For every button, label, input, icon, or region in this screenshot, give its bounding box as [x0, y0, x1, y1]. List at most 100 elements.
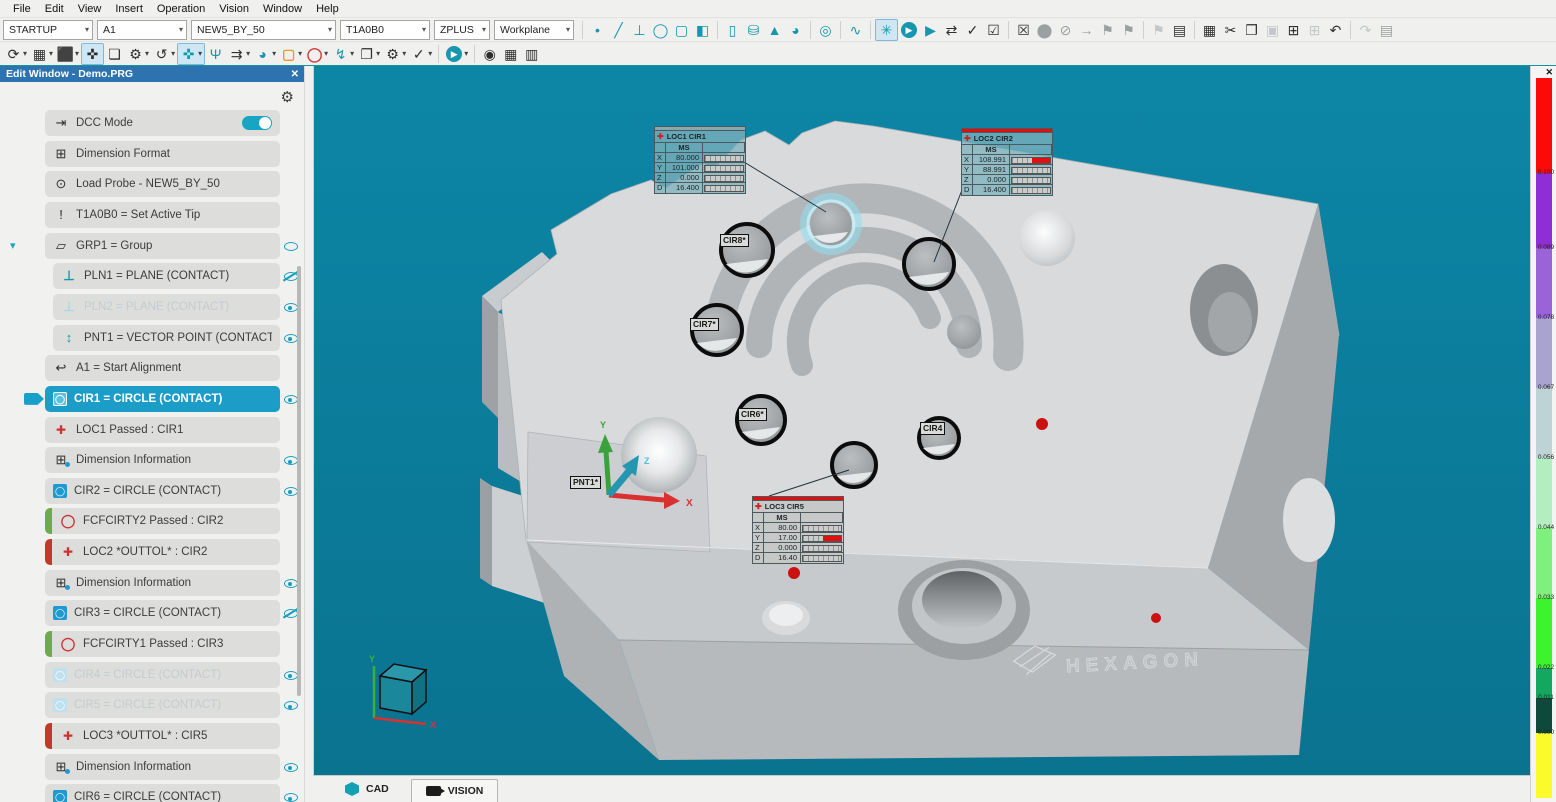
eye-icon[interactable] [283, 760, 299, 774]
chevron-down-icon[interactable]: ▾ [376, 49, 380, 58]
program-item-button[interactable]: ↩A1 = Start Alignment [45, 355, 280, 381]
menu-window[interactable]: Window [256, 2, 309, 16]
chevron-down-icon[interactable]: ▾ [23, 49, 27, 58]
feature-label-pnt1[interactable]: PNT1* [570, 476, 601, 489]
square-slot-icon[interactable]: ◧ [693, 20, 712, 40]
program-item-button[interactable]: !T1A0B0 = Set Active Tip [45, 202, 280, 228]
cad-graphics-viewport[interactable]: X Y Z Y X HEXAGON ✚LOC1 CIR1MSX80.000Y10… [313, 66, 1530, 775]
eye-icon[interactable] [283, 239, 299, 253]
chevron-down-icon[interactable]: ▾ [428, 49, 432, 58]
eye-icon[interactable] [283, 698, 299, 712]
menu-file[interactable]: File [6, 2, 38, 16]
sphere-feature-icon[interactable]: ◕ [786, 20, 805, 40]
axis-select[interactable]: A1▾ [97, 20, 187, 40]
feature-label-cir6[interactable]: CIR6* [738, 408, 767, 421]
eye-icon[interactable] [283, 790, 299, 802]
program-item-button[interactable]: ◯CIR1 = CIRCLE (CONTACT) [45, 386, 280, 412]
clip-planes-icon[interactable]: ❐ [357, 44, 376, 64]
panel-scrollbar[interactable] [297, 266, 301, 696]
program-item-button[interactable]: ⇥DCC Mode [45, 110, 280, 136]
stop-icon[interactable]: ⬤ [1035, 20, 1054, 40]
rectangle-feature-icon[interactable]: ▯ [723, 20, 742, 40]
tab-cad[interactable]: CAD [331, 779, 403, 799]
program-item-button[interactable]: ⊥PLN1 = PLANE (CONTACT) [53, 263, 280, 289]
continue-icon[interactable]: → [1077, 20, 1096, 40]
report-thumb-icon[interactable]: ▦ [501, 44, 520, 64]
no-entry-icon[interactable]: ⊘ [1056, 20, 1075, 40]
probe-move-icon[interactable]: ✜ [179, 44, 198, 64]
torus-feature-icon[interactable]: ◎ [816, 20, 835, 40]
pan-view-icon[interactable]: ✜ [83, 44, 102, 64]
menu-operation[interactable]: Operation [150, 2, 212, 16]
program-item-button[interactable]: ◯FCFCIRTY1 Passed : CIR3 [45, 631, 280, 657]
probe-file-select[interactable]: NEW5_BY_50▾ [191, 20, 336, 40]
document-cancel-icon[interactable]: ☒ [1014, 20, 1033, 40]
rotate-2d-icon[interactable]: ↺ [152, 44, 171, 64]
chevron-down-icon[interactable]: ▾ [402, 49, 406, 58]
panel-settings-gear-icon[interactable]: ⚙ [281, 88, 294, 106]
confirm-icon[interactable]: ✓ [963, 20, 982, 40]
execute-feature-icon[interactable]: ▶ [921, 20, 940, 40]
line-feature-icon[interactable]: ╱ [609, 20, 628, 40]
close-icon[interactable]: ✕ [1545, 67, 1553, 78]
chevron-down-icon[interactable]: ▾ [246, 49, 250, 58]
menu-edit[interactable]: Edit [38, 2, 71, 16]
feature-label-cir4[interactable]: CIR4 [920, 422, 945, 435]
feature-label-cir7[interactable]: CIR7* [690, 318, 719, 331]
dcc-mode-toggle[interactable] [242, 116, 272, 130]
menu-view[interactable]: View [71, 2, 109, 16]
detail-levels-icon[interactable]: ⇉ [227, 44, 246, 64]
program-item-button[interactable]: ✚LOC1 Passed : CIR1 [45, 417, 280, 443]
shaded-view-icon[interactable]: ⬛ [56, 44, 75, 64]
program-item-button[interactable]: ✚LOC3 *OUTTOL* : CIR5 [45, 723, 280, 749]
workplane-select[interactable]: ZPLUS▾ [434, 20, 490, 40]
loop-icon[interactable]: ⇄ [942, 20, 961, 40]
auto-feature-icon[interactable]: ✳ [877, 20, 896, 40]
program-item-button[interactable]: ⊞Dimension Information [45, 570, 280, 596]
sphere-view-icon[interactable]: ◕ [253, 44, 272, 64]
chevron-down-icon[interactable]: ▾ [464, 49, 468, 58]
program-item-button[interactable]: ◯CIR6 = CIRCLE (CONTACT) [45, 784, 280, 802]
plane-feature-icon[interactable]: ⊥ [630, 20, 649, 40]
graphic-thumb-icon[interactable]: ▥ [522, 44, 541, 64]
chevron-down-icon[interactable]: ▾ [145, 49, 149, 58]
slot-highlight-icon[interactable]: ▢ [279, 44, 298, 64]
settings-gears-icon[interactable]: ⚙ [126, 44, 145, 64]
redo-icon[interactable]: ↷ [1356, 20, 1375, 40]
bookmark-insert-icon[interactable]: ⚑ [1119, 20, 1138, 40]
execute-program-icon[interactable]: ▶ [901, 22, 917, 38]
feature-label-cir8[interactable]: CIR8* [720, 234, 749, 247]
pattern-grid-icon[interactable]: ⊞ [1305, 20, 1324, 40]
chevron-down-icon[interactable]: ▾ [171, 49, 175, 58]
chevron-down-icon[interactable]: ▾ [49, 49, 53, 58]
wireframe-view-icon[interactable]: ▦ [30, 44, 49, 64]
annotation-icon[interactable]: ❏ [105, 44, 124, 64]
probe-tree-icon[interactable]: Ψ [206, 44, 225, 64]
chevron-down-icon[interactable]: ▾ [198, 49, 202, 58]
circle-feature-icon[interactable]: ◯ [651, 20, 670, 40]
camera-capture-icon[interactable]: ◉ [480, 44, 499, 64]
execute-mini-icon[interactable]: ▶ [446, 46, 462, 62]
round-slot-icon[interactable]: ▢ [672, 20, 691, 40]
report-document-icon[interactable]: ▤ [1170, 20, 1189, 40]
cone-feature-icon[interactable]: ▲ [765, 20, 784, 40]
pattern-paste-icon[interactable]: ⊞ [1284, 20, 1303, 40]
chevron-down-icon[interactable]: ▾ [298, 49, 302, 58]
chevron-down-icon[interactable]: ▾ [324, 49, 328, 58]
report-grid-icon[interactable]: ▦ [1200, 20, 1219, 40]
program-item-button[interactable]: ↕PNT1 = VECTOR POINT (CONTACT) [53, 325, 280, 351]
print-icon[interactable]: ▤ [1377, 20, 1396, 40]
document-check-icon[interactable]: ☑ [984, 20, 1003, 40]
program-item-button[interactable]: ◯CIR3 = CIRCLE (CONTACT) [45, 600, 280, 626]
program-item-button[interactable]: ⊙Load Probe - NEW5_BY_50 [45, 171, 280, 197]
program-item-button[interactable]: ◯CIR2 = CIRCLE (CONTACT) [45, 478, 280, 504]
program-item-button[interactable]: ◯FCFCIRTY2 Passed : CIR2 [45, 508, 280, 534]
view-select[interactable]: Workplane▾ [494, 20, 574, 40]
program-item-button[interactable]: ◯CIR5 = CIRCLE (CONTACT) [45, 692, 280, 718]
tip-select[interactable]: T1A0B0▾ [340, 20, 430, 40]
program-item-button[interactable]: ⊞Dimension Information [45, 754, 280, 780]
program-item-button[interactable]: ✚LOC2 *OUTTOL* : CIR2 [45, 539, 280, 565]
cylinder-feature-icon[interactable]: ⛁ [744, 20, 763, 40]
rotate-view-icon[interactable]: ⟳ [4, 44, 23, 64]
chevron-down-icon[interactable]: ▾ [75, 49, 79, 58]
